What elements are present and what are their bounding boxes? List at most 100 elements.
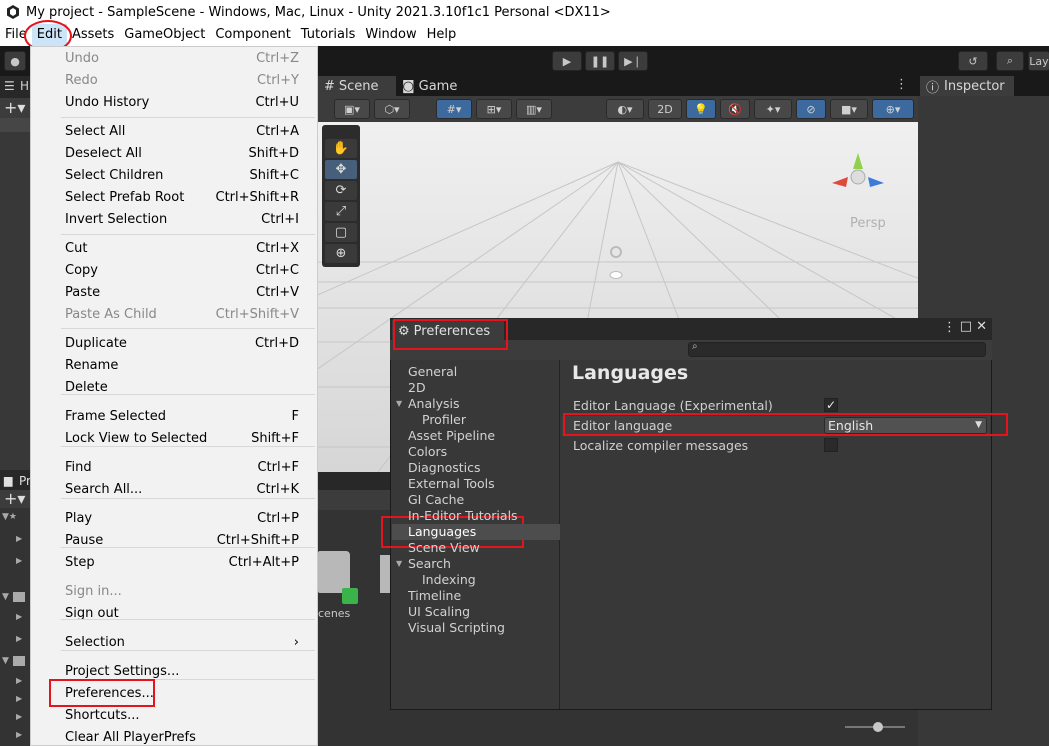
- snap-icon[interactable]: ⊞▾: [476, 99, 512, 119]
- pref-nav-analysis[interactable]: Analysis: [408, 396, 460, 412]
- tab-scene[interactable]: # Scene: [318, 76, 396, 96]
- chevron-right-icon[interactable]: ▶: [16, 556, 22, 565]
- edit-menu-item-shortcuts[interactable]: Shortcuts...: [31, 705, 319, 727]
- menu-component[interactable]: Component: [210, 24, 295, 46]
- menu-tutorials[interactable]: Tutorials: [296, 24, 361, 46]
- edit-menu-item-copy[interactable]: Copy Ctrl+C: [31, 260, 319, 282]
- edit-menu-item-find[interactable]: Find Ctrl+F: [31, 457, 319, 479]
- more-options-icon[interactable]: ⋮: [943, 320, 956, 335]
- chevron-right-icon[interactable]: ▶: [16, 694, 22, 703]
- audio-mute-icon[interactable]: 🔇: [720, 99, 750, 119]
- maximize-icon[interactable]: □: [960, 319, 972, 334]
- chevron-right-icon[interactable]: ▶: [16, 612, 22, 621]
- editor-language-experimental-checkbox[interactable]: ✓: [824, 398, 838, 412]
- rotate-tool-icon[interactable]: ⟳: [325, 181, 357, 200]
- expand-packages-icon[interactable]: ▼: [2, 656, 9, 666]
- gizmos-icon[interactable]: ⊕▾: [872, 99, 914, 119]
- 2d-toggle-button[interactable]: 2D: [648, 99, 682, 119]
- expand-icon[interactable]: ▼: [396, 559, 402, 568]
- pref-nav-2d[interactable]: 2D: [408, 380, 426, 396]
- menu-assets[interactable]: Assets: [67, 24, 119, 46]
- shading-sphere-icon[interactable]: ◐▾: [606, 99, 644, 119]
- pref-nav-timeline[interactable]: Timeline: [408, 588, 461, 604]
- search-icon[interactable]: ⌕: [996, 51, 1024, 71]
- chevron-right-icon[interactable]: ▶: [16, 712, 22, 721]
- localize-compiler-checkbox[interactable]: [824, 438, 838, 452]
- folder-label[interactable]: cenes: [318, 607, 350, 620]
- hierarchy-tab[interactable]: ☰ H: [0, 76, 30, 98]
- pref-nav-indexing[interactable]: Indexing: [422, 572, 476, 588]
- edit-menu-item-play[interactable]: Play Ctrl+P: [31, 508, 319, 530]
- draw-mode-icon[interactable]: ▣▾: [334, 99, 370, 119]
- expand-icon[interactable]: ▼: [396, 399, 402, 408]
- menu-gameobject[interactable]: GameObject: [119, 24, 210, 46]
- play-button[interactable]: ▶: [552, 51, 582, 71]
- edit-menu-item-sign-out[interactable]: Sign out: [31, 603, 319, 625]
- scenes-folder-icon[interactable]: [318, 551, 350, 593]
- hand-tool-icon[interactable]: ✋: [325, 139, 357, 158]
- history-icon[interactable]: ↺: [958, 51, 988, 71]
- pref-nav-profiler[interactable]: Profiler: [422, 412, 466, 428]
- edit-menu-item-rename[interactable]: Rename: [31, 355, 319, 377]
- pref-nav-general[interactable]: General: [408, 364, 457, 380]
- step-button[interactable]: ▶❘: [618, 51, 648, 71]
- more-options-icon[interactable]: ⋮: [895, 77, 908, 92]
- chevron-right-icon[interactable]: ▶: [16, 676, 22, 685]
- move-tool-icon[interactable]: ✥: [325, 160, 357, 179]
- perspective-label[interactable]: Persp: [850, 216, 886, 231]
- pref-nav-ui-scaling[interactable]: UI Scaling: [408, 604, 470, 620]
- edit-menu-item-deselect-all[interactable]: Deselect All Shift+D: [31, 143, 319, 165]
- add-icon[interactable]: +▾: [4, 98, 25, 117]
- pref-nav-gi-cache[interactable]: GI Cache: [408, 492, 464, 508]
- transform-tool-icon[interactable]: ⊕: [325, 244, 357, 263]
- slider-handle[interactable]: [873, 722, 883, 732]
- tab-game[interactable]: ◙ Game: [396, 76, 466, 96]
- menu-window[interactable]: Window: [360, 24, 421, 46]
- edit-menu-item-step[interactable]: Step Ctrl+Alt+P: [31, 552, 319, 574]
- pref-nav-visual-scripting[interactable]: Visual Scripting: [408, 620, 505, 636]
- edit-menu-item-select-all[interactable]: Select All Ctrl+A: [31, 121, 319, 143]
- account-icon[interactable]: ●: [4, 51, 26, 71]
- edit-menu-item-select-prefab-root[interactable]: Select Prefab Root Ctrl+Shift+R: [31, 187, 319, 209]
- camera-icon[interactable]: ■▾: [830, 99, 868, 119]
- grid-snap-icon[interactable]: #▾: [436, 99, 472, 119]
- edit-menu-item-delete[interactable]: Delete: [31, 377, 319, 399]
- edit-menu-item-undo-history[interactable]: Undo History Ctrl+U: [31, 92, 319, 114]
- pref-nav-search[interactable]: Search: [408, 556, 451, 572]
- hierarchy-selected-row[interactable]: [0, 118, 30, 132]
- pref-nav-colors[interactable]: Colors: [408, 444, 447, 460]
- rect-tool-icon[interactable]: ▢: [325, 223, 357, 242]
- edit-menu-item-invert-selection[interactable]: Invert Selection Ctrl+I: [31, 209, 319, 231]
- tab-inspector[interactable]: ⓘ Inspector: [920, 76, 1014, 96]
- project-tab[interactable]: ▆ Pr: [0, 472, 31, 490]
- project-add-icon[interactable]: +▾: [4, 489, 25, 508]
- lighting-icon[interactable]: 💡: [686, 99, 716, 119]
- scale-tool-icon[interactable]: ⤢: [325, 202, 357, 221]
- pref-nav-in-editor-tutorials[interactable]: In-Editor Tutorials: [408, 508, 518, 524]
- edit-menu-item-clear-all-playerprefs[interactable]: Clear All PlayerPrefs: [31, 727, 319, 746]
- pref-nav-external-tools[interactable]: External Tools: [408, 476, 495, 492]
- close-icon[interactable]: ✕: [976, 319, 987, 334]
- pref-nav-scene-view[interactable]: Scene View: [408, 540, 480, 556]
- chevron-right-icon[interactable]: ▶: [16, 634, 22, 643]
- preferences-search-input[interactable]: ⌕: [688, 341, 986, 357]
- menu-help[interactable]: Help: [422, 24, 462, 46]
- layers-dropdown[interactable]: Lay: [1028, 51, 1049, 71]
- increment-snap-icon[interactable]: ▥▾: [516, 99, 552, 119]
- edit-menu-item-frame-selected[interactable]: Frame Selected F: [31, 406, 319, 428]
- cube-icon[interactable]: ⬡▾: [374, 99, 410, 119]
- pref-nav-languages[interactable]: Languages: [392, 524, 560, 540]
- pref-nav-diagnostics[interactable]: Diagnostics: [408, 460, 481, 476]
- expand-assets-icon[interactable]: ▼: [2, 592, 9, 602]
- effects-icon[interactable]: ✦▾: [754, 99, 792, 119]
- expand-favorites-icon[interactable]: ▼★: [2, 512, 17, 522]
- edit-menu-item-select-children[interactable]: Select Children Shift+C: [31, 165, 319, 187]
- chevron-right-icon[interactable]: ▶: [16, 730, 22, 739]
- edit-menu-item-pause[interactable]: Pause Ctrl+Shift+P: [31, 530, 319, 552]
- chevron-right-icon[interactable]: ▶: [16, 534, 22, 543]
- pause-button[interactable]: ❚❚: [585, 51, 615, 71]
- edit-menu-item-paste[interactable]: Paste Ctrl+V: [31, 282, 319, 304]
- edit-menu-item-cut[interactable]: Cut Ctrl+X: [31, 238, 319, 260]
- edit-menu-item-duplicate[interactable]: Duplicate Ctrl+D: [31, 333, 319, 355]
- hidden-objects-icon[interactable]: ⊘: [796, 99, 826, 119]
